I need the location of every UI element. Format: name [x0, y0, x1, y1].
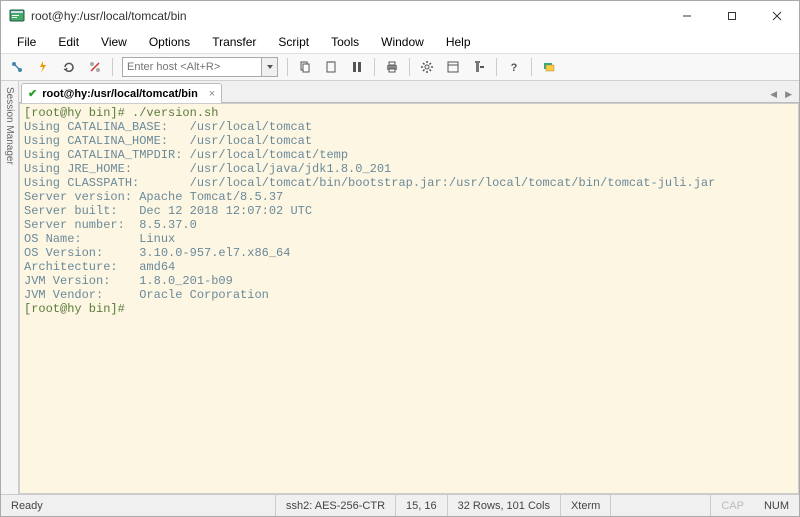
menu-view[interactable]: View	[91, 33, 137, 51]
status-num: NUM	[754, 495, 799, 516]
tab-label: root@hy:/usr/local/tomcat/bin	[42, 88, 198, 100]
terminal-line: JVM Version: 1.8.0_201-b09	[24, 274, 794, 288]
separator	[287, 58, 288, 76]
tab-close-icon[interactable]: ×	[209, 88, 215, 100]
minimize-button[interactable]	[664, 1, 709, 31]
connected-icon: ✔	[28, 87, 37, 100]
svg-text:?: ?	[511, 62, 518, 74]
reconnect-icon[interactable]	[57, 56, 81, 78]
status-spacer	[611, 495, 711, 516]
terminal[interactable]: [root@hy bin]# ./version.shUsing CATALIN…	[19, 103, 799, 494]
titlebar: root@hy:/usr/local/tomcat/bin	[1, 1, 799, 31]
window-controls	[664, 1, 799, 31]
window-title-wrap: root@hy:/usr/local/tomcat/bin	[9, 8, 664, 24]
find-icon[interactable]	[345, 56, 369, 78]
menu-options[interactable]: Options	[139, 33, 200, 51]
separator	[531, 58, 532, 76]
menu-tools[interactable]: Tools	[321, 33, 369, 51]
terminal-line: Server number: 8.5.37.0	[24, 218, 794, 232]
host-dropdown[interactable]	[262, 57, 278, 77]
session-options-icon[interactable]	[441, 56, 465, 78]
help-icon[interactable]: ?	[502, 56, 526, 78]
session-manager-panel[interactable]: Session Manager	[1, 81, 19, 494]
toolbar: ?	[1, 53, 799, 81]
keymap-icon[interactable]	[467, 56, 491, 78]
app-icon	[9, 8, 25, 24]
paste-icon[interactable]	[319, 56, 343, 78]
terminal-line: Using CATALINA_BASE: /usr/local/tomcat	[24, 120, 794, 134]
main-area: ✔ root@hy:/usr/local/tomcat/bin × ◀ ▶ [r…	[19, 81, 799, 494]
terminal-line: OS Version: 3.10.0-957.el7.x86_64	[24, 246, 794, 260]
terminal-line: Architecture: amd64	[24, 260, 794, 274]
separator	[112, 58, 113, 76]
host-entry	[122, 57, 278, 77]
menu-transfer[interactable]: Transfer	[202, 33, 266, 51]
menu-file[interactable]: File	[7, 33, 46, 51]
content-area: Session Manager ✔ root@hy:/usr/local/tom…	[1, 81, 799, 494]
window-title: root@hy:/usr/local/tomcat/bin	[31, 9, 187, 23]
close-button[interactable]	[754, 1, 799, 31]
host-input[interactable]	[122, 57, 262, 77]
session-manager-label: Session Manager	[4, 87, 15, 165]
terminal-line: Server version: Apache Tomcat/8.5.37	[24, 190, 794, 204]
terminal-line: OS Name: Linux	[24, 232, 794, 246]
quick-connect-icon[interactable]	[31, 56, 55, 78]
separator	[409, 58, 410, 76]
status-cap: CAP	[711, 495, 754, 516]
menu-help[interactable]: Help	[436, 33, 481, 51]
menu-edit[interactable]: Edit	[48, 33, 89, 51]
menu-script[interactable]: Script	[268, 33, 319, 51]
status-ready: Ready	[1, 495, 276, 516]
terminal-line: Using CLASSPATH: /usr/local/tomcat/bin/b…	[24, 176, 794, 190]
statusbar: Ready ssh2: AES-256-CTR 15, 16 32 Rows, …	[1, 494, 799, 516]
copy-icon[interactable]	[293, 56, 317, 78]
separator	[374, 58, 375, 76]
tab-nav: ◀ ▶	[767, 87, 799, 102]
disconnect-icon[interactable]	[83, 56, 107, 78]
session-tab[interactable]: ✔ root@hy:/usr/local/tomcat/bin ×	[21, 83, 222, 103]
tab-next-icon[interactable]: ▶	[782, 87, 795, 102]
terminal-line: Using CATALINA_HOME: /usr/local/tomcat	[24, 134, 794, 148]
status-cursor-pos: 15, 16	[396, 495, 448, 516]
terminal-line: [root@hy bin]# ./version.sh	[24, 106, 794, 120]
settings-icon[interactable]	[415, 56, 439, 78]
status-cipher: ssh2: AES-256-CTR	[276, 495, 396, 516]
print-icon[interactable]	[380, 56, 404, 78]
separator	[496, 58, 497, 76]
tab-prev-icon[interactable]: ◀	[767, 87, 780, 102]
terminal-line: Using CATALINA_TMPDIR: /usr/local/tomcat…	[24, 148, 794, 162]
terminal-line: Using JRE_HOME: /usr/local/java/jdk1.8.0…	[24, 162, 794, 176]
menu-window[interactable]: Window	[371, 33, 434, 51]
terminal-line: Server built: Dec 12 2018 12:07:02 UTC	[24, 204, 794, 218]
menubar: File Edit View Options Transfer Script T…	[1, 31, 799, 53]
status-term: Xterm	[561, 495, 611, 516]
connect-icon[interactable]	[5, 56, 29, 78]
maximize-button[interactable]	[709, 1, 754, 31]
tabstrip: ✔ root@hy:/usr/local/tomcat/bin × ◀ ▶	[19, 81, 799, 103]
terminal-line: JVM Vendor: Oracle Corporation	[24, 288, 794, 302]
terminal-line: [root@hy bin]#	[24, 302, 794, 316]
toolbar-overflow-icon[interactable]	[537, 56, 561, 78]
status-size: 32 Rows, 101 Cols	[448, 495, 561, 516]
